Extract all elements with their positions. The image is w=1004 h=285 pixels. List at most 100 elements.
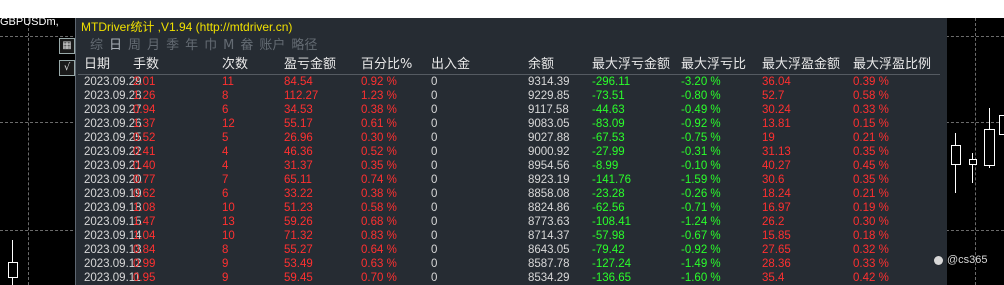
table-row[interactable]: 2023.09.22 0.41 4 46.36 0.52 % 0 9000.92 -27.99… bbox=[76, 145, 947, 159]
cell-percent: 0.68 % bbox=[361, 216, 397, 228]
cell-lots: 0.77 bbox=[133, 174, 156, 186]
cell-max-float-loss-pct: -0.92 % bbox=[681, 244, 721, 256]
cell-max-float-loss-pct: -3.20 % bbox=[681, 76, 721, 88]
cell-max-float-gain: 27.65 bbox=[762, 244, 791, 256]
cell-max-float-loss: -83.09 bbox=[592, 118, 625, 130]
cell-max-float-loss: -44.63 bbox=[592, 104, 625, 116]
cell-count: 9 bbox=[222, 272, 229, 284]
cell-max-float-loss-pct: -1.49 % bbox=[681, 258, 721, 270]
cell-max-float-gain: 40.27 bbox=[762, 160, 791, 172]
cell-max-float-gain-pct: 0.30 % bbox=[853, 216, 889, 228]
cell-count: 4 bbox=[222, 146, 229, 158]
cell-max-float-loss-pct: -0.80 % bbox=[681, 90, 721, 102]
tab-0[interactable]: 综 bbox=[90, 38, 103, 53]
tab-6[interactable]: 巾 bbox=[204, 38, 217, 53]
cell-lots: 1.37 bbox=[133, 118, 156, 130]
table-row[interactable]: 2023.09.13 0.84 8 55.27 0.64 % 0 8643.05 -79.42… bbox=[76, 243, 947, 257]
cell-count: 6 bbox=[222, 188, 229, 200]
table-row[interactable]: 2023.09.11 0.95 9 59.45 0.70 % 0 8534.29 -136.6… bbox=[76, 271, 947, 285]
cell-profit: 59.26 bbox=[284, 216, 313, 228]
tab-10[interactable]: 略径 bbox=[291, 38, 317, 53]
cell-max-float-loss-pct: -0.67 % bbox=[681, 230, 721, 242]
table-row[interactable]: 2023.09.14 1.04 10 71.32 0.83 % 0 8714.37 -57.9… bbox=[76, 229, 947, 243]
tab-9[interactable]: 账户 bbox=[259, 38, 285, 53]
cell-max-float-gain-pct: 0.35 % bbox=[853, 146, 889, 158]
cell-balance: 8858.08 bbox=[528, 188, 570, 200]
cell-count: 13 bbox=[222, 216, 235, 228]
right-candles bbox=[946, 18, 1004, 285]
candle bbox=[8, 262, 18, 278]
cell-profit: 34.53 bbox=[284, 104, 313, 116]
cell-max-float-gain-pct: 0.58 % bbox=[853, 90, 889, 102]
check-button[interactable]: √ bbox=[59, 60, 75, 76]
table-row[interactable]: 2023.09.28 1.26 8 112.27 1.23 % 0 9229.85 -73.5… bbox=[76, 89, 947, 103]
grid-line bbox=[28, 18, 29, 285]
cell-max-float-gain-pct: 0.35 % bbox=[853, 174, 889, 186]
tab-1[interactable]: 日 bbox=[109, 38, 122, 53]
table-row[interactable]: 2023.09.21 0.40 4 31.37 0.35 % 0 8954.56 -8.99-… bbox=[76, 159, 947, 173]
cell-lots: 0.40 bbox=[133, 160, 156, 172]
cell-lots: 0.52 bbox=[133, 132, 156, 144]
table-row[interactable]: 2023.09.18 1.08 10 51.23 0.58 % 0 8824.86 -62.5… bbox=[76, 201, 947, 215]
header-balance: 余额 bbox=[528, 57, 555, 72]
cell-deposit: 0 bbox=[431, 132, 438, 144]
candle bbox=[984, 129, 995, 166]
table-row[interactable]: 2023.09.27 0.94 6 34.53 0.38 % 0 9117.58 -44.63… bbox=[76, 103, 947, 117]
table-row[interactable]: 2023.09.29 2.01 11 84.54 0.92 % 0 9314.39 -296.… bbox=[76, 75, 947, 89]
cell-max-float-gain: 28.36 bbox=[762, 258, 791, 270]
cell-count: 10 bbox=[222, 230, 235, 242]
cell-profit: 84.54 bbox=[284, 76, 313, 88]
header-max-float-loss: 最大浮亏金额 bbox=[592, 57, 671, 72]
tab-2[interactable]: 周 bbox=[128, 38, 141, 53]
tab-7[interactable]: M bbox=[223, 38, 234, 53]
cell-max-float-loss: -62.56 bbox=[592, 202, 625, 214]
cell-deposit: 0 bbox=[431, 118, 438, 130]
cell-balance: 8824.86 bbox=[528, 202, 570, 214]
tab-3[interactable]: 月 bbox=[147, 38, 160, 53]
tab-4[interactable]: 季 bbox=[166, 38, 179, 53]
cell-balance: 9027.88 bbox=[528, 132, 570, 144]
cell-lots: 1.47 bbox=[133, 216, 156, 228]
stats-table-body: 2023.09.29 2.01 11 84.54 0.92 % 0 9314.39 -296.… bbox=[76, 75, 947, 285]
cell-deposit: 0 bbox=[431, 90, 438, 102]
table-row[interactable]: 2023.09.25 0.52 5 26.96 0.30 % 0 9027.88 -67.53… bbox=[76, 131, 947, 145]
cell-profit: 65.11 bbox=[284, 174, 312, 186]
table-row[interactable]: 2023.09.20 0.77 7 65.11 0.74 % 0 8923.19 -141.7… bbox=[76, 173, 947, 187]
cell-max-float-loss-pct: -0.10 % bbox=[681, 160, 721, 172]
cell-balance: 9229.85 bbox=[528, 90, 570, 102]
tab-5[interactable]: 年 bbox=[185, 38, 198, 53]
cell-profit: 112.27 bbox=[284, 90, 319, 102]
cell-max-float-loss: -79.42 bbox=[592, 244, 625, 256]
cell-percent: 0.58 % bbox=[361, 202, 397, 214]
top-strip bbox=[0, 0, 1004, 18]
cell-max-float-gain: 36.04 bbox=[762, 76, 791, 88]
cell-max-float-loss: -73.51 bbox=[592, 90, 625, 102]
table-row[interactable]: 2023.09.15 1.47 13 59.26 0.68 % 0 8773.63 -108.… bbox=[76, 215, 947, 229]
cell-max-float-gain-pct: 0.32 % bbox=[853, 244, 889, 256]
watermark-text: @cs365 bbox=[947, 254, 988, 266]
cell-max-float-gain: 19 bbox=[762, 132, 775, 144]
table-row[interactable]: 2023.09.19 0.62 6 33.22 0.38 % 0 8858.08 -23.28… bbox=[76, 187, 947, 201]
cell-profit: 55.27 bbox=[284, 244, 313, 256]
cell-max-float-gain-pct: 0.21 % bbox=[853, 132, 889, 144]
cell-balance: 8643.05 bbox=[528, 244, 570, 256]
cell-max-float-gain: 13.81 bbox=[762, 118, 791, 130]
table-toggle-button[interactable]: ▦ bbox=[59, 38, 75, 54]
cell-max-float-gain-pct: 0.45 % bbox=[853, 160, 889, 172]
header-percent: 百分比% bbox=[361, 57, 413, 72]
cell-lots: 0.62 bbox=[133, 188, 156, 200]
cell-balance: 8923.19 bbox=[528, 174, 570, 186]
table-row[interactable]: 2023.09.12 0.99 9 53.49 0.63 % 0 8587.78 -127.2… bbox=[76, 257, 947, 271]
cell-balance: 8714.37 bbox=[528, 230, 570, 242]
cell-lots: 1.08 bbox=[133, 202, 156, 214]
cell-percent: 0.92 % bbox=[361, 76, 397, 88]
header-lots: 手数 bbox=[133, 57, 160, 72]
table-row[interactable]: 2023.09.26 1.37 12 55.17 0.61 % 0 9083.05 -83.0… bbox=[76, 117, 947, 131]
cell-percent: 0.63 % bbox=[361, 258, 397, 270]
cell-profit: 31.37 bbox=[284, 160, 313, 172]
cell-max-float-gain: 35.4 bbox=[762, 272, 785, 284]
tab-8[interactable]: 畚 bbox=[240, 38, 253, 53]
cell-max-float-loss: -8.99 bbox=[592, 160, 619, 172]
cell-balance: 9117.58 bbox=[528, 104, 569, 116]
cell-profit: 26.96 bbox=[284, 132, 313, 144]
